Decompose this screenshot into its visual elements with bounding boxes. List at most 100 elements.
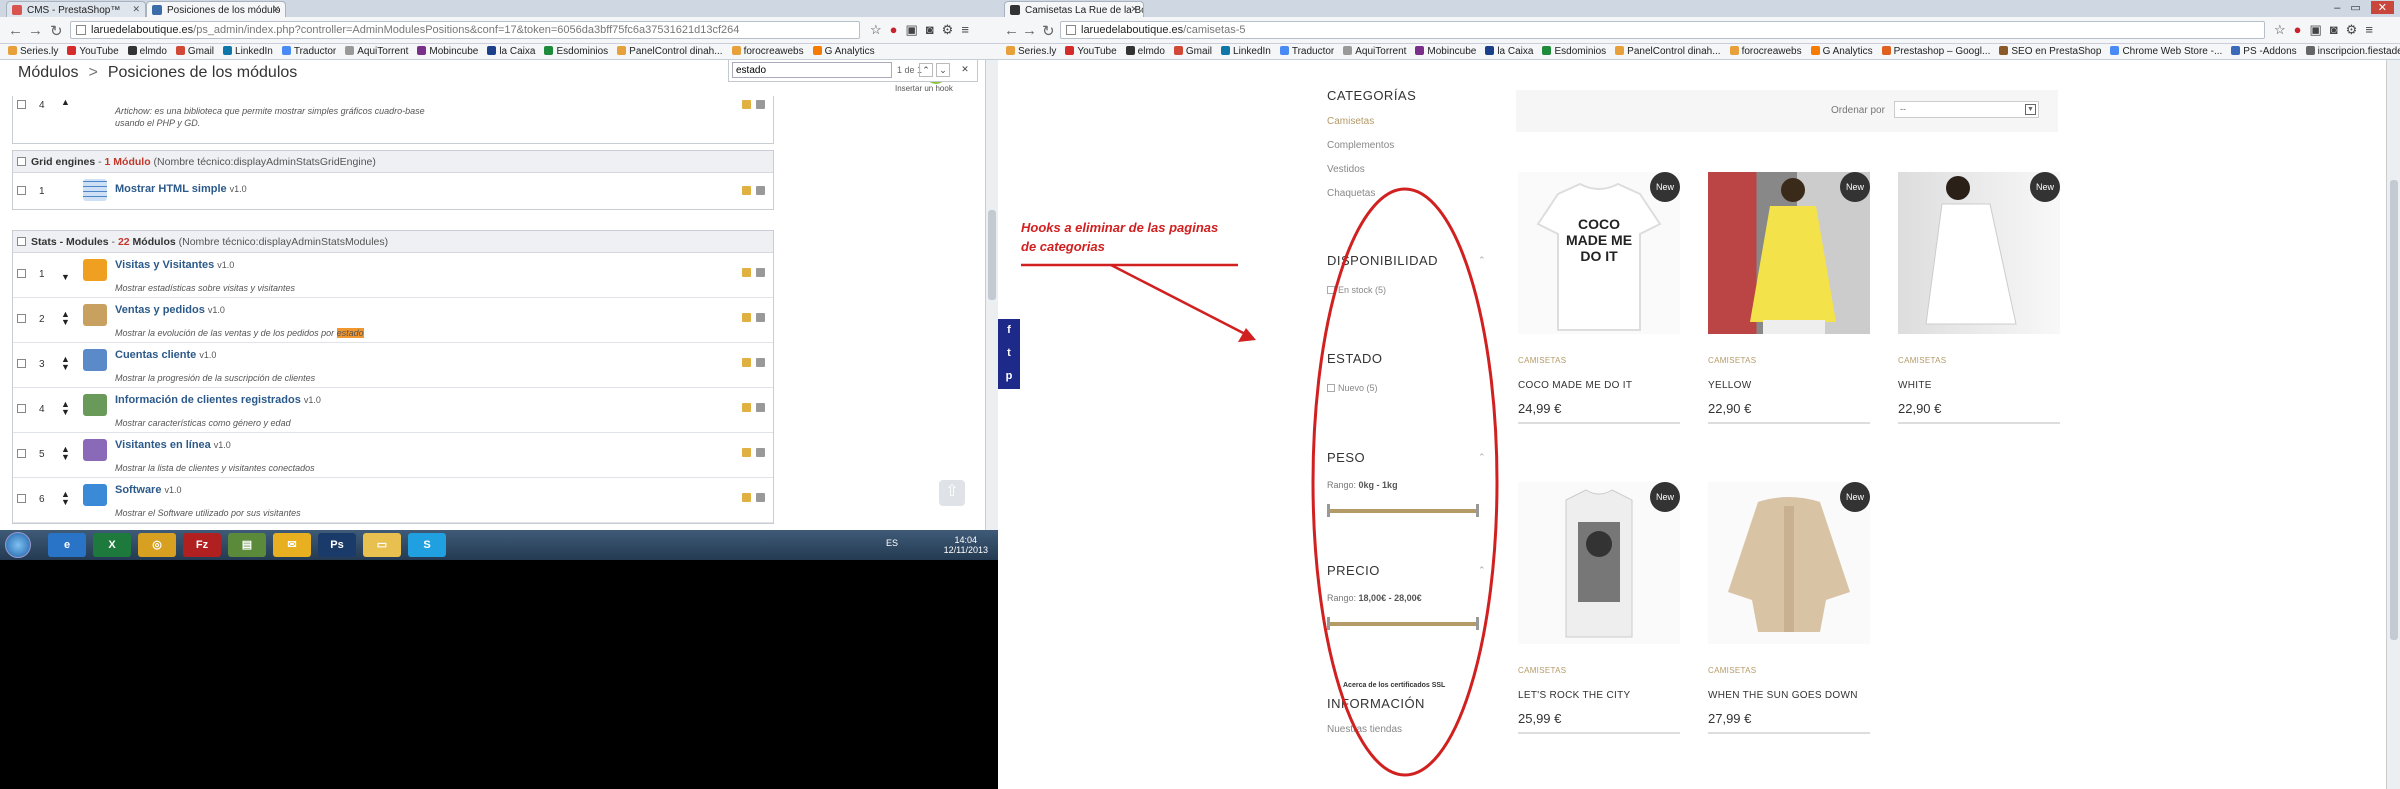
- bookmark-item[interactable]: PS -Addons: [2231, 44, 2297, 59]
- star-icon[interactable]: ☆: [2274, 22, 2286, 38]
- checkbox[interactable]: [1327, 384, 1335, 392]
- delete-icon[interactable]: [756, 493, 765, 502]
- bookmark-item[interactable]: Mobincube: [417, 44, 478, 59]
- filter-in-stock[interactable]: En stock (5): [1327, 285, 1386, 295]
- scrollbar-thumb[interactable]: [988, 210, 996, 300]
- extension-icon[interactable]: ▣: [906, 22, 918, 38]
- reorder-arrows-icon[interactable]: ▲ ▼: [61, 310, 70, 327]
- row-checkbox[interactable]: [17, 314, 26, 323]
- bookmark-item[interactable]: G Analytics: [1810, 44, 1873, 59]
- category-link-vestidos[interactable]: Vestidos: [1327, 164, 1365, 175]
- edit-icon[interactable]: [742, 268, 751, 277]
- row-checkbox[interactable]: [17, 359, 26, 368]
- bookmark-item[interactable]: AquiTorrent: [1343, 44, 1406, 59]
- module-name[interactable]: Ventas y pedidos v1.0: [115, 304, 225, 316]
- delete-icon[interactable]: [756, 403, 765, 412]
- bookmark-item[interactable]: G Analytics: [812, 44, 875, 59]
- chevron-up-icon[interactable]: ⌃: [1478, 255, 1486, 266]
- product-image[interactable]: New: [1708, 482, 1870, 644]
- ssl-link[interactable]: Acerca de los certificados SSL: [1343, 682, 1445, 689]
- menu-icon[interactable]: ≡: [961, 22, 969, 37]
- bookmark-item[interactable]: elmdo: [127, 44, 167, 59]
- start-button[interactable]: [5, 532, 31, 558]
- bookmark-item[interactable]: SEO en PrestaShop: [1999, 44, 2101, 59]
- product-name[interactable]: LET'S ROCK THE CITY: [1518, 690, 1680, 701]
- delete-icon[interactable]: [756, 313, 765, 322]
- product-category[interactable]: CAMISETAS: [1518, 356, 1680, 365]
- bookmark-item[interactable]: Series.ly: [8, 44, 58, 59]
- bookmark-item[interactable]: la Caixa: [1485, 44, 1533, 59]
- edit-icon[interactable]: [742, 186, 751, 195]
- product-image[interactable]: New: [1898, 172, 2060, 334]
- bookmark-item[interactable]: Gmail: [1173, 44, 1212, 59]
- chevron-up-icon[interactable]: ⌃: [1478, 565, 1486, 576]
- checkbox[interactable]: [1327, 286, 1335, 294]
- bookmark-item[interactable]: PanelControl dinah...: [617, 44, 723, 59]
- edit-icon[interactable]: [742, 358, 751, 367]
- store-scrollbar[interactable]: [2386, 60, 2400, 789]
- filter-new[interactable]: Nuevo (5): [1327, 383, 1378, 393]
- find-prev-button[interactable]: ⌃: [919, 63, 933, 77]
- maximize-icon[interactable]: ▭: [2350, 2, 2370, 14]
- address-bar[interactable]: laruedelaboutique.es/ps_admin/index.php?…: [70, 21, 860, 39]
- price-slider[interactable]: [1327, 617, 1479, 630]
- camera-icon[interactable]: ◙: [926, 22, 934, 37]
- reorder-arrows-icon[interactable]: ▼: [61, 265, 70, 282]
- row-checkbox[interactable]: [17, 494, 26, 503]
- product-card[interactable]: New CAMISETAS LET'S ROCK THE CITY 25,99 …: [1518, 482, 1680, 734]
- close-icon[interactable]: ✕: [1130, 4, 1138, 15]
- close-window-icon[interactable]: ✕: [2370, 1, 2394, 14]
- tab-module-positions[interactable]: Posiciones de los módulo ✕: [146, 1, 286, 17]
- module-name[interactable]: Cuentas cliente v1.0: [115, 349, 216, 361]
- product-card[interactable]: New CAMISETAS YELLOW 22,90 €: [1708, 172, 1870, 424]
- bookmark-item[interactable]: forocreawebs: [1729, 44, 1802, 59]
- bookmark-item[interactable]: YouTube: [67, 44, 119, 59]
- chevron-up-icon[interactable]: ⌃: [1478, 452, 1486, 463]
- bookmark-item[interactable]: Series.ly: [1006, 44, 1056, 59]
- delete-icon[interactable]: [756, 448, 765, 457]
- pinterest-icon[interactable]: ●: [890, 22, 898, 37]
- taskbar-app-icon[interactable]: ✉: [273, 533, 311, 557]
- bookmark-item[interactable]: PanelControl dinah...: [1615, 44, 1721, 59]
- taskbar-app-icon[interactable]: ◎: [138, 533, 176, 557]
- state-heading[interactable]: ESTADO: [1327, 351, 1383, 366]
- clock[interactable]: 14:04 12/11/2013: [944, 535, 988, 555]
- product-card[interactable]: New CAMISETAS WHITE 22,90 €: [1898, 172, 2060, 424]
- gear-icon[interactable]: ⚙: [942, 22, 954, 38]
- back-icon[interactable]: ←: [8, 22, 23, 39]
- product-image[interactable]: New: [1708, 172, 1870, 334]
- product-name[interactable]: WHITE: [1898, 380, 2060, 391]
- weight-slider[interactable]: [1327, 504, 1479, 517]
- weight-heading[interactable]: PESO: [1327, 450, 1365, 465]
- bookmark-item[interactable]: elmdo: [1125, 44, 1165, 59]
- pinterest-icon[interactable]: p: [998, 365, 1020, 388]
- reorder-arrows-icon[interactable]: ▲ ▼: [61, 445, 70, 462]
- product-card[interactable]: COCO MADE ME DO IT New CAMISETAS COCO MA…: [1518, 172, 1680, 424]
- breadcrumb-modules[interactable]: Módulos: [18, 64, 78, 82]
- taskbar-app-icon[interactable]: Ps: [318, 533, 356, 557]
- forward-icon[interactable]: →: [1022, 22, 1037, 39]
- product-name[interactable]: WHEN THE SUN GOES DOWN: [1708, 690, 1870, 701]
- row-checkbox[interactable]: [17, 449, 26, 458]
- extension-icon[interactable]: ▣: [2310, 22, 2322, 38]
- star-icon[interactable]: ☆: [870, 22, 882, 38]
- edit-icon[interactable]: [742, 493, 751, 502]
- bookmark-item[interactable]: inscripcion.fiestadel...: [2305, 44, 2400, 59]
- bookmark-item[interactable]: forocreawebs: [731, 44, 804, 59]
- camera-icon[interactable]: ◙: [2330, 22, 2338, 37]
- module-name[interactable]: Información de clientes registrados v1.0: [115, 394, 321, 406]
- find-input[interactable]: [732, 62, 892, 78]
- back-icon[interactable]: ←: [1004, 22, 1019, 39]
- select-all-checkbox[interactable]: [17, 157, 26, 166]
- edit-icon[interactable]: [742, 100, 751, 109]
- reorder-arrows-icon[interactable]: ▲ ▼: [61, 400, 70, 417]
- menu-icon[interactable]: ≡: [2365, 22, 2373, 37]
- our-stores-link[interactable]: Nuestras tiendas: [1327, 724, 1402, 735]
- row-checkbox[interactable]: [17, 186, 26, 195]
- sort-select[interactable]: -- ▼: [1894, 101, 2039, 118]
- bookmark-item[interactable]: Traductor: [1279, 44, 1334, 59]
- bookmark-item[interactable]: Mobincube: [1415, 44, 1476, 59]
- move-up-icon[interactable]: ▲: [61, 98, 70, 107]
- delete-icon[interactable]: [756, 268, 765, 277]
- bookmark-item[interactable]: LinkedIn: [223, 44, 273, 59]
